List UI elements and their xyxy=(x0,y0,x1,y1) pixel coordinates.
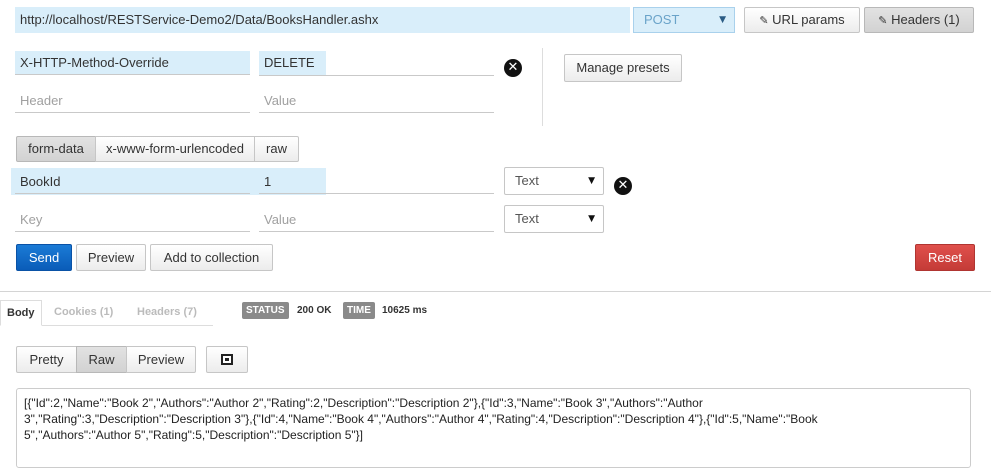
header-value-underline xyxy=(259,75,494,76)
form-type-value: Text xyxy=(515,173,539,188)
response-body[interactable]: [{"Id":2,"Name":"Book 2","Authors":"Auth… xyxy=(16,388,971,468)
headers-button[interactable]: ✎ Headers (1) xyxy=(864,7,974,33)
edit-icon: ✎ xyxy=(759,14,769,27)
method-label: POST xyxy=(644,12,680,27)
view-pretty-button[interactable]: Pretty xyxy=(16,346,77,373)
url-params-label: URL params xyxy=(772,12,845,27)
response-divider xyxy=(0,291,991,292)
time-value: 10625 ms xyxy=(382,305,428,316)
form-key-input[interactable]: BookId xyxy=(15,170,250,194)
status-value: 200 OK xyxy=(297,305,332,316)
url-input[interactable]: http://localhost/RESTService-Demo2/Data/… xyxy=(15,7,630,33)
method-select[interactable]: POST ▼ xyxy=(633,7,735,33)
tab-raw[interactable]: raw xyxy=(254,136,299,162)
chevron-down-icon: ▼ xyxy=(588,176,595,186)
view-raw-button[interactable]: Raw xyxy=(76,346,127,373)
url-params-button[interactable]: ✎ URL params xyxy=(744,7,860,33)
edit-icon: ✎ xyxy=(878,14,888,27)
header-key-placeholder[interactable]: Header xyxy=(15,89,250,113)
form-value-placeholder[interactable]: Value xyxy=(259,208,494,232)
remove-header-icon[interactable]: ✕ xyxy=(504,59,522,77)
view-preview-button[interactable]: Preview xyxy=(126,346,196,373)
manage-presets-button[interactable]: Manage presets xyxy=(564,54,682,82)
response-line: 3","Rating":3,"Description":"Description… xyxy=(24,412,818,426)
new-type-select[interactable]: Text ▼ xyxy=(504,205,604,233)
fullscreen-button[interactable] xyxy=(206,346,248,373)
response-line: 5","Authors":"Author 5","Rating":5,"Desc… xyxy=(24,428,364,442)
headers-toggle-label: Headers (1) xyxy=(891,12,960,27)
form-value-input[interactable]: 1 xyxy=(259,170,494,194)
chevron-down-icon: ▼ xyxy=(719,15,726,25)
header-value-placeholder[interactable]: Value xyxy=(259,89,494,113)
response-tab-headers[interactable]: Headers (7) xyxy=(131,300,203,324)
header-value-input[interactable]: DELETE xyxy=(259,51,326,75)
response-tab-cookies[interactable]: Cookies (1) xyxy=(48,300,119,324)
time-badge: TIME xyxy=(343,302,375,319)
preview-button[interactable]: Preview xyxy=(76,244,146,271)
status-badge: STATUS xyxy=(242,302,289,319)
response-line: [{"Id":2,"Name":"Book 2","Authors":"Auth… xyxy=(24,396,703,410)
header-key-input[interactable]: X-HTTP-Method-Override xyxy=(15,51,250,75)
new-type-value: Text xyxy=(515,211,539,226)
add-to-collection-button[interactable]: Add to collection xyxy=(150,244,273,271)
send-button[interactable]: Send xyxy=(16,244,72,271)
tab-x-www-form-urlencoded[interactable]: x-www-form-urlencoded xyxy=(95,136,255,162)
response-tab-body[interactable]: Body xyxy=(0,300,42,326)
remove-form-row-icon[interactable]: ✕ xyxy=(614,177,632,195)
vertical-divider xyxy=(542,48,543,126)
form-type-select[interactable]: Text ▼ xyxy=(504,167,604,195)
chevron-down-icon: ▼ xyxy=(588,214,595,224)
tab-form-data[interactable]: form-data xyxy=(16,136,96,162)
reset-button[interactable]: Reset xyxy=(915,244,975,271)
form-key-placeholder[interactable]: Key xyxy=(15,208,250,232)
fullscreen-icon xyxy=(221,354,233,365)
